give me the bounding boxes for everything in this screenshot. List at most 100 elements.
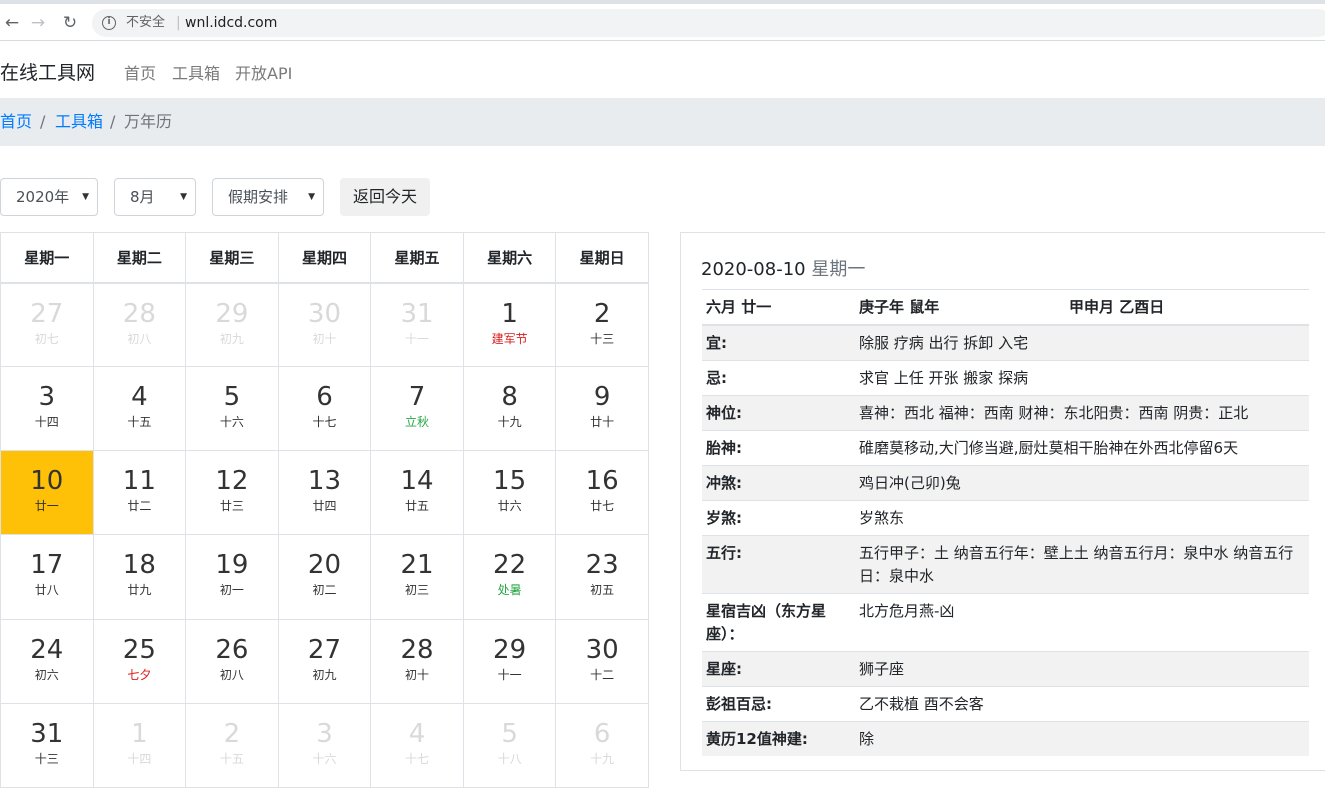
calendar-day[interactable]: 6 十九	[555, 702, 649, 789]
calendar-day[interactable]: 2 十三	[555, 281, 649, 368]
lunar-label: 十四	[34, 415, 59, 430]
lunar-label: 十九	[497, 415, 522, 430]
month-select[interactable]: 8月 ▼	[114, 178, 196, 216]
calendar-day[interactable]: 14 廿五	[370, 450, 464, 536]
lunar-label: 廿七	[590, 499, 615, 514]
calendar-day[interactable]: 13 廿四	[277, 450, 372, 536]
day-number: 14	[400, 466, 434, 497]
lunar-label: 初一	[219, 583, 244, 598]
calendar-day[interactable]: 29 十一	[462, 618, 557, 704]
arrow-left-icon[interactable]: ←	[0, 11, 24, 35]
calendar-day[interactable]: 15 廿六	[462, 450, 557, 536]
calendar-day[interactable]: 4 十五	[92, 366, 187, 452]
calendar-day[interactable]: 5 十六	[185, 366, 279, 452]
calendar-day[interactable]: 24 初六	[0, 618, 94, 704]
year-select[interactable]: 2020年 ▼	[0, 178, 98, 216]
almanac-row: 宜: 除服 疗病 出行 拆卸 入宅	[702, 324, 1309, 361]
nav-link-api[interactable]: 开放API	[235, 60, 292, 84]
calendar-day[interactable]: 31 十一	[370, 281, 464, 368]
breadcrumb-divider: /	[40, 112, 46, 131]
calendar-day[interactable]: 23 初五	[555, 534, 649, 620]
breadcrumb-current: 万年历	[124, 112, 173, 131]
calendar-day[interactable]: 28 初十	[370, 618, 464, 704]
url-text[interactable]: wnl.idcd.com	[185, 9, 277, 37]
ganzhi-year: 庚子年 鼠年	[855, 289, 1065, 326]
calendar-day[interactable]: 18 廿九	[92, 534, 187, 620]
calendar-day[interactable]: 8 十九	[462, 366, 557, 452]
almanac-value: 除	[855, 721, 1309, 756]
holiday-select[interactable]: 假期安排 ▼	[212, 178, 324, 216]
site-brand[interactable]: 在线工具网	[0, 58, 95, 85]
calendar-day[interactable]: 17 廿八	[0, 534, 94, 620]
nav-link-tools[interactable]: 工具箱	[172, 60, 220, 84]
almanac-key: 忌:	[702, 360, 855, 396]
calendar-day[interactable]: 3 十四	[0, 366, 94, 452]
calendar-day[interactable]: 30 初十	[277, 281, 372, 368]
calendar-day[interactable]: 7 立秋	[370, 366, 464, 452]
calendar-day[interactable]: 21 初三	[370, 534, 464, 620]
reload-icon[interactable]: ↻	[58, 11, 82, 35]
almanac-key: 冲煞:	[702, 465, 855, 501]
day-number: 2	[593, 298, 611, 329]
calendar-day[interactable]: 3 十六	[277, 702, 372, 789]
calendar-day[interactable]: 27 初九	[277, 618, 372, 704]
calendar-day[interactable]: 30 十二	[555, 618, 649, 704]
almanac-row: 星座: 狮子座	[702, 651, 1309, 687]
calendar-day[interactable]: 9 廿十	[555, 366, 649, 452]
breadcrumb-home[interactable]: 首页	[0, 98, 32, 146]
lunar-label: 十二	[590, 667, 615, 682]
calendar-day[interactable]: 26 初八	[185, 618, 279, 704]
calendar-day[interactable]: 31 十三	[0, 702, 94, 789]
almanac-value: 碓磨莫移动,大门修当避,厨灶莫相干胎神在外西北停留6天	[855, 430, 1309, 466]
day-number: 1	[131, 718, 148, 749]
calendar-day[interactable]: 5 十八	[462, 702, 557, 789]
calendar-day[interactable]: 6 十七	[277, 366, 372, 452]
calendar-day[interactable]: 1 十四	[92, 702, 187, 789]
lunar-label: 廿六	[497, 499, 522, 514]
calendar-day[interactable]: 20 初二	[277, 534, 372, 620]
address-bar[interactable]: i 不安全 | wnl.idcd.com	[92, 9, 1325, 37]
calendar-day[interactable]: 4 十七	[370, 702, 464, 789]
calendar-day[interactable]: 25 七夕	[92, 618, 187, 704]
calendar-day[interactable]: 16 廿七	[555, 450, 649, 536]
lunar-label: 十六	[312, 751, 337, 766]
lunar-label: 廿四	[312, 499, 337, 514]
day-number: 26	[215, 634, 249, 665]
calendar-day[interactable]: 1 建军节	[462, 281, 557, 368]
info-icon[interactable]: i	[102, 16, 116, 30]
calendar-week-row: 10 廿一 11 廿二 12 廿三 13 廿四 14 廿五 15 廿六 16 廿七	[0, 450, 649, 536]
calendar-week-row: 24 初六 25 七夕 26 初八 27 初九 28 初十 29 十一 30 十二	[0, 618, 649, 704]
day-number: 12	[215, 466, 249, 497]
weekday-header: 星期五	[370, 232, 464, 284]
day-number: 1	[501, 298, 518, 329]
calendar-day[interactable]: 2 十五	[185, 702, 279, 789]
day-number: 10	[30, 466, 64, 497]
calendar-day[interactable]: 29 初九	[185, 281, 279, 368]
calendar-day[interactable]: 28 初八	[92, 281, 187, 368]
weekday-header: 星期六	[462, 232, 557, 284]
back-to-today-button[interactable]: 返回今天	[340, 178, 430, 216]
lunar-label: 十七	[312, 415, 337, 430]
caret-down-icon: ▼	[180, 192, 187, 202]
lunar-label: 初九	[312, 667, 337, 682]
lunar-label: 廿八	[34, 583, 59, 598]
lunar-label: 十三	[34, 751, 59, 766]
day-number: 17	[30, 550, 64, 581]
calendar-day[interactable]: 12 廿三	[185, 450, 279, 536]
calendar-day[interactable]: 19 初一	[185, 534, 279, 620]
calendar-day-today[interactable]: 10 廿一	[0, 450, 94, 536]
day-number: 24	[30, 634, 64, 665]
nav-link-home[interactable]: 首页	[124, 60, 156, 84]
almanac-key: 岁煞:	[702, 500, 855, 536]
calendar-day[interactable]: 22 处暑	[462, 534, 557, 620]
lunar-label: 廿一	[34, 499, 59, 514]
lunar-label: 廿三	[219, 499, 244, 514]
breadcrumb-tools[interactable]: 工具箱	[55, 98, 103, 146]
arrow-right-icon[interactable]: →	[26, 11, 50, 35]
calendar-day[interactable]: 27 初七	[0, 281, 94, 368]
lunar-label: 初六	[34, 667, 59, 682]
day-number: 13	[307, 466, 342, 497]
weekday-header: 星期二	[92, 232, 187, 284]
almanac-table: 六月 廿一 庚子年 鼠年 甲申月 乙酉日 宜: 除服 疗病 出行 拆卸 入宅 忌: 求…	[702, 289, 1309, 756]
calendar-day[interactable]: 11 廿二	[92, 450, 187, 536]
